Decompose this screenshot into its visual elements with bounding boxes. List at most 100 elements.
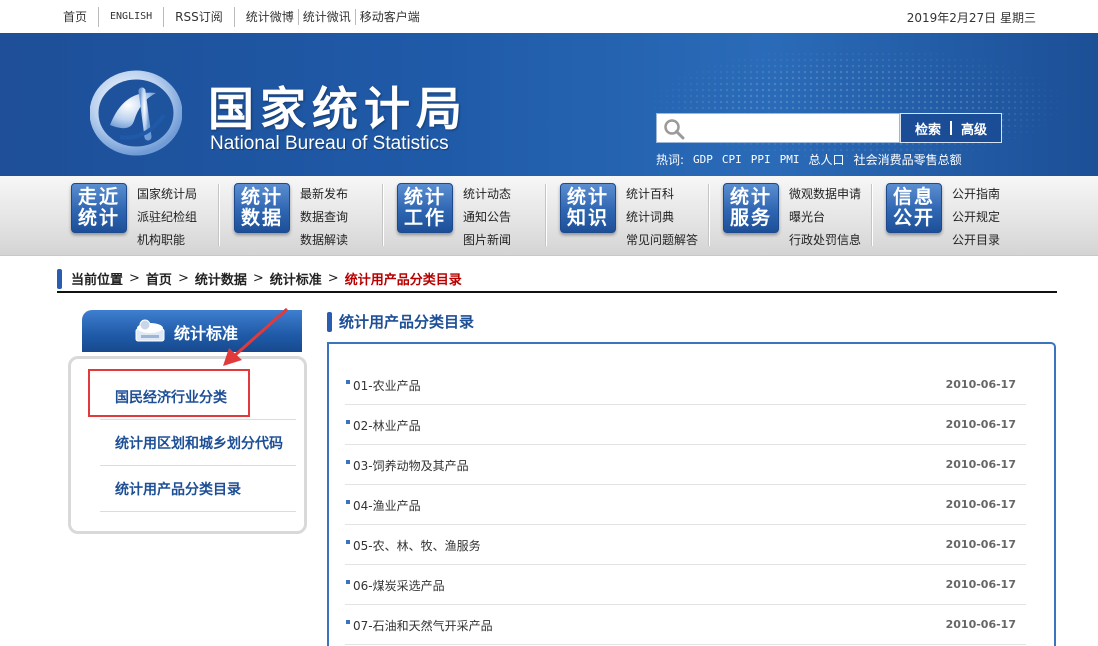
divider [950,121,952,135]
chevron-right-icon: > [252,271,264,286]
list-item-title[interactable]: 04-渔业产品 [353,497,421,514]
nav-link[interactable]: 统计词典 [626,206,698,229]
search-button[interactable]: 检索 [915,119,941,138]
list-item[interactable]: 07-石油和天然气开采产品 2010-06-17 [345,605,1026,645]
breadcrumb-home[interactable]: 首页 [146,269,172,288]
title-marker [327,311,332,332]
main-nav: 走近 统计 国家统计局 派驻纪检组 机构职能 统计 数据 最新发布 数据查询 数据解… [0,176,1098,256]
sidebar-item-label: 统计用产品分类目录 [115,481,241,498]
nav-divider [546,184,547,246]
site-title-en: National Bureau of Statistics [210,133,449,154]
hot-word-retail-sales[interactable]: 社会消费品零售总额 [854,151,962,168]
sidebar-item-label: 统计用区划和城乡划分代码 [115,435,283,452]
nav-icon-service[interactable]: 统计 服务 [723,183,779,233]
nav-link[interactable]: 派驻纪检组 [137,206,197,229]
list-item-date: 2010-06-17 [945,418,1016,431]
bullet-icon [346,620,350,624]
hot-word-population[interactable]: 总人口 [809,151,845,168]
top-links: 首页 ENGLISH RSS订阅 统计微博 统计微讯 移动客户端 [52,0,431,33]
nav-icon-about[interactable]: 走近 统计 [71,183,127,233]
nav-link[interactable]: 微观数据申请 [789,183,861,206]
breadcrumb-current: 统计用产品分类目录 [344,273,462,288]
sidebar-item-division-codes[interactable]: 统计用区划和城乡划分代码 [100,420,296,466]
search-input[interactable] [656,113,900,143]
list-item-title[interactable]: 03-饲养动物及其产品 [353,457,469,474]
weixun-link[interactable]: 统计微讯 [299,10,355,24]
nav-link[interactable]: 最新发布 [300,183,348,206]
list-item-title[interactable]: 01-农业产品 [353,377,421,394]
list-item-date: 2010-06-17 [945,458,1016,471]
list-item-date: 2010-06-17 [945,618,1016,631]
bullet-icon [346,420,350,424]
nav-link[interactable]: 常见问题解答 [626,229,698,252]
hot-word-cpi[interactable]: CPI [722,153,742,166]
list-item[interactable]: 06-煤炭采选产品 2010-06-17 [345,565,1026,605]
nav-link[interactable]: 通知公告 [463,206,511,229]
nav-link[interactable]: 图片新闻 [463,229,511,252]
current-date: 2019年2月27日 星期三 [906,11,1036,25]
hot-words-label: 热词: [656,153,685,167]
weibo-link[interactable]: 统计微博 [235,10,298,24]
breadcrumb-marker [57,268,62,289]
mobile-client-link[interactable]: 移动客户端 [356,10,431,24]
sidebar-item-product-catalog[interactable]: 统计用产品分类目录 [100,466,296,512]
nav-icon-knowledge[interactable]: 统计 知识 [560,183,616,233]
chevron-right-icon: > [327,271,339,286]
home-link[interactable]: 首页 [52,10,98,24]
english-link[interactable]: ENGLISH [99,10,163,24]
hot-word-gdp[interactable]: GDP [693,153,713,166]
red-arrow-annotation [223,307,288,366]
list-item-date: 2010-06-17 [945,498,1016,511]
red-highlight-box [88,369,250,417]
content-title: 统计用产品分类目录 [327,311,474,332]
nav-link[interactable]: 统计百科 [626,183,698,206]
list-item-date: 2010-06-17 [945,578,1016,591]
list-item[interactable]: 05-农、林、牧、渔服务 2010-06-17 [345,525,1026,565]
bullet-icon [346,500,350,504]
site-title-cn: 国家统计局 [208,82,468,136]
nav-divider [709,184,710,246]
search-buttons: 检索 高级 [900,113,1002,143]
nav-link[interactable]: 行政处罚信息 [789,229,861,252]
nbs-logo-icon[interactable] [90,67,182,159]
content-title-text: 统计用产品分类目录 [339,313,475,331]
nav-link[interactable]: 公开目录 [952,229,1000,252]
nav-link[interactable]: 公开指南 [952,183,1000,206]
breadcrumb-stat-standard[interactable]: 统计标准 [270,269,322,288]
list-item-date: 2010-06-17 [945,378,1016,391]
chevron-right-icon: > [129,271,140,286]
nav-divider [872,184,873,246]
top-bar: 首页 ENGLISH RSS订阅 统计微博 统计微讯 移动客户端 2019年2月… [0,0,1098,33]
nav-link[interactable]: 国家统计局 [137,183,197,206]
rss-link[interactable]: RSS订阅 [164,10,234,24]
nav-link[interactable]: 公开规定 [952,206,1000,229]
nav-link[interactable]: 统计动态 [463,183,511,206]
list-item-title[interactable]: 07-石油和天然气开采产品 [353,617,493,634]
nav-link[interactable]: 数据查询 [300,206,348,229]
list-item-title[interactable]: 06-煤炭采选产品 [353,577,445,594]
list-item[interactable]: 02-林业产品 2010-06-17 [345,405,1026,445]
nav-icon-work[interactable]: 统计 工作 [397,183,453,233]
list-item-title[interactable]: 02-林业产品 [353,417,421,434]
breadcrumb-stat-data[interactable]: 统计数据 [195,269,247,288]
hot-words: 热词: GDP CPI PPI PMI 总人口 社会消费品零售总额 [656,151,971,168]
document-stack-icon [135,319,165,342]
list-item[interactable]: 04-渔业产品 2010-06-17 [345,485,1026,525]
header-banner: 国家统计局 National Bureau of Statistics 检索 高… [0,33,1098,176]
nav-icon-disclosure[interactable]: 信息 公开 [886,183,942,233]
list-item[interactable]: 01-农业产品 2010-06-17 [345,365,1026,405]
breadcrumb: 当前位置 > 首页 > 统计数据 > 统计标准 > 统计用产品分类目录 [57,266,1057,293]
nav-link[interactable]: 数据解读 [300,229,348,252]
list-item-title[interactable]: 05-农、林、牧、渔服务 [353,537,481,554]
nav-link[interactable]: 曝光台 [789,206,861,229]
nav-divider [383,184,384,246]
advanced-search-button[interactable]: 高级 [961,119,987,138]
list-item[interactable]: 03-饲养动物及其产品 2010-06-17 [345,445,1026,485]
list-item-date: 2010-06-17 [945,538,1016,551]
nav-divider [219,184,220,246]
nav-link[interactable]: 机构职能 [137,229,197,252]
nav-icon-data[interactable]: 统计 数据 [234,183,290,233]
bullet-icon [346,540,350,544]
hot-word-ppi[interactable]: PPI [751,153,771,166]
hot-word-pmi[interactable]: PMI [780,153,800,166]
